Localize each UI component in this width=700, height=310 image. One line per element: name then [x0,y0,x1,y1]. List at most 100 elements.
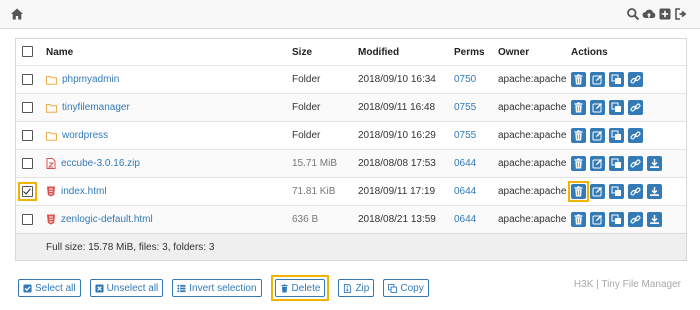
file-archive-icon [46,158,56,169]
row-checkbox[interactable] [22,73,33,85]
copy-action-button[interactable] [609,128,624,143]
rename-action-button[interactable] [590,156,605,171]
row-checkbox-cell[interactable] [16,93,40,122]
trash-icon [574,102,583,113]
file-name-link[interactable]: tinyfilemanager [62,102,130,113]
copy-action-button[interactable] [609,72,624,87]
delete-action-button[interactable] [571,128,586,143]
rename-action-button[interactable] [590,212,605,227]
rename-action-button[interactable] [590,184,605,199]
header-checkbox[interactable] [22,46,33,58]
invert-selection-label: Invert selection [189,282,257,294]
column-header-modified[interactable]: Modified [352,39,448,66]
copy-icon [611,158,621,168]
row-checkbox[interactable] [22,186,33,197]
delete-action-button[interactable] [571,100,586,115]
folder-icon [46,131,57,141]
table-row[interactable]: tinyfilemanager Folder 2018/09/11 16:48 075… [16,93,686,122]
delete-button[interactable]: Delete [274,279,326,297]
file-perms-link[interactable]: 0644 [448,177,492,206]
link-action-button[interactable] [628,72,643,87]
table-row[interactable]: eccube-3.0.16.zip 15.71 MiB 2018/08/08 17:… [16,149,686,178]
delete-action-highlight [568,181,589,202]
cloud-upload-icon[interactable] [642,7,656,21]
file-perms-link[interactable]: 0644 [448,205,492,234]
file-perms-link[interactable]: 0750 [448,65,492,94]
column-header-owner[interactable]: Owner [492,39,565,66]
trash-icon [574,158,583,169]
delete-label: Delete [291,282,321,294]
copy-action-button[interactable] [609,184,624,199]
edit-icon [592,187,602,197]
link-icon [630,215,641,224]
edit-icon [592,131,602,141]
row-checkbox-cell[interactable] [16,121,40,150]
rename-action-button[interactable] [590,100,605,115]
select-all-button[interactable]: Select all [18,279,81,297]
table-row[interactable]: zenlogic-default.html 636 B 2018/08/21 13:… [16,205,686,234]
copy-action-button[interactable] [609,156,624,171]
delete-action-button[interactable] [571,212,586,227]
file-name-link[interactable]: phpmyadmin [62,74,119,85]
download-action-button[interactable] [647,156,662,171]
file-html-icon [46,186,56,197]
brand-footer: H3K | Tiny File Manager [573,279,681,290]
file-name-link[interactable]: wordpress [62,130,108,141]
table-row[interactable]: wordpress Folder 2018/09/10 16:29 0755 apach… [16,121,686,150]
select-all-header-checkbox-cell[interactable] [16,39,40,66]
download-action-button[interactable] [647,212,662,227]
copy-action-button[interactable] [609,100,624,115]
row-checkbox-cell[interactable] [16,205,40,234]
row-checkbox[interactable] [22,213,33,225]
file-modified: 2018/08/21 13:59 [352,205,448,234]
copy-button[interactable]: Copy [383,279,429,297]
file-perms-link[interactable]: 0755 [448,121,492,150]
copy-icon [611,186,621,196]
copy-action-button[interactable] [609,212,624,227]
row-checkbox-cell[interactable] [16,177,40,206]
plus-square-icon[interactable] [658,7,672,21]
zip-button[interactable]: Zip [338,279,375,297]
link-action-button[interactable] [628,212,643,227]
row-checkbox-cell[interactable] [16,65,40,94]
edit-icon [592,103,602,113]
table-row[interactable]: index.html 71.81 KiB 2018/09/11 17:19 0644 a… [16,177,686,206]
delete-action-button[interactable] [571,72,586,87]
unselect-all-button[interactable]: Unselect all [89,279,164,297]
search-icon[interactable] [626,7,640,21]
link-action-button[interactable] [628,156,643,171]
column-header-name[interactable]: Name [40,39,286,66]
column-header-size[interactable]: Size [286,39,352,66]
link-action-button[interactable] [628,128,643,143]
copy-label: Copy [400,282,424,294]
trash-icon [574,74,583,85]
download-action-button[interactable] [647,184,662,199]
link-action-button[interactable] [628,100,643,115]
file-name-link[interactable]: index.html [61,186,107,197]
row-checkbox[interactable] [22,157,33,169]
row-checkbox[interactable] [22,101,33,113]
row-checkbox-cell[interactable] [16,149,40,178]
sign-out-icon[interactable] [674,7,688,21]
file-name-link[interactable]: zenlogic-default.html [61,214,153,225]
row-actions [571,156,680,171]
link-icon [630,75,641,84]
row-checkbox[interactable] [22,129,33,141]
file-modified: 2018/09/10 16:29 [352,121,448,150]
table-row[interactable]: phpmyadmin Folder 2018/09/10 16:34 0750 apac… [16,65,686,94]
delete-action-button[interactable] [571,156,586,171]
file-table: Name Size Modified Perms Owner Actions p… [15,38,687,261]
link-action-button[interactable] [628,184,643,199]
delete-action-button[interactable] [571,184,586,199]
file-modified: 2018/08/08 17:53 [352,149,448,178]
rename-action-button[interactable] [590,128,605,143]
rename-action-button[interactable] [590,72,605,87]
file-modified: 2018/09/11 16:48 [352,93,448,122]
file-perms-link[interactable]: 0755 [448,93,492,122]
invert-selection-button[interactable]: Invert selection [172,279,262,297]
trash-icon [574,214,583,225]
file-perms-link[interactable]: 0644 [448,149,492,178]
column-header-perms[interactable]: Perms [448,39,492,66]
home-icon[interactable] [10,7,24,21]
file-name-link[interactable]: eccube-3.0.16.zip [61,158,140,169]
